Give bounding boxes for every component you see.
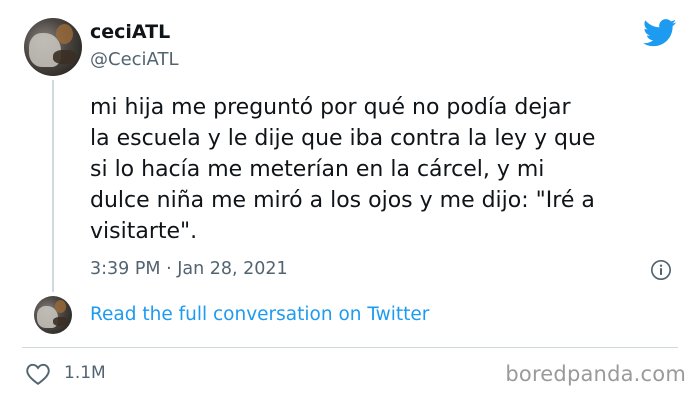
author-display-name[interactable]: ceciATL — [90, 21, 170, 43]
reply-avatar[interactable] — [34, 296, 72, 334]
twitter-bird-icon[interactable] — [643, 19, 677, 47]
tweet-text: mi hija me preguntó por qué no podía dej… — [90, 95, 596, 244]
author-handle[interactable]: @CeciATL — [90, 49, 178, 70]
thread-connector-line — [52, 80, 54, 292]
like-count: 1.1M — [64, 363, 106, 383]
author-avatar[interactable] — [24, 18, 82, 76]
read-full-conversation-link[interactable]: Read the full conversation on Twitter — [90, 304, 429, 325]
divider — [22, 347, 678, 348]
watermark: boredpanda.com — [505, 362, 686, 386]
tweet-timestamp[interactable]: 3:39 PM · Jan 28, 2021 — [90, 259, 288, 279]
info-icon[interactable] — [650, 259, 672, 281]
heart-icon[interactable] — [25, 362, 51, 386]
